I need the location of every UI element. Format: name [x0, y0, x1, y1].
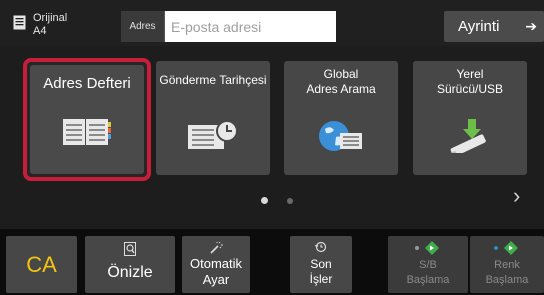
tile-global-address-search[interactable]: Global Adres Arama [284, 61, 398, 175]
auto-setting-button[interactable]: Otomatik Ayar [182, 236, 250, 293]
tile-send-history-label: Gönderme Tarihçesi [159, 73, 267, 87]
pager-dot-inactive[interactable] [287, 198, 293, 204]
bw-start-button[interactable]: S/B Başlama [388, 236, 468, 293]
tile-address-book[interactable]: Adres Defteri [23, 58, 151, 181]
bw-start-line2: Başlama [406, 274, 450, 286]
color-start-diamond-icon [494, 241, 518, 255]
auto-setting-line1: Otomatik [189, 256, 242, 271]
bw-start-line1: S/B [419, 259, 437, 271]
globe-address-icon [319, 121, 362, 151]
tile-global-line1: Global [323, 67, 359, 81]
tile-address-book-inner: Adres Defteri [30, 65, 144, 174]
auto-setting-line2: Ayar [202, 272, 230, 287]
color-start-line2: Başlama [485, 274, 529, 286]
tile-global-address-search-label: Global Adres Arama [284, 67, 398, 97]
pager-dot-active[interactable] [261, 197, 268, 204]
tile-usb-line1: Yerel [456, 67, 484, 81]
preview-button[interactable]: Önizle [85, 236, 175, 293]
preview-magnifier-icon [124, 242, 136, 256]
recent-jobs-button[interactable]: Son İşler [290, 236, 352, 293]
bw-start-diamond-icon [415, 241, 439, 255]
detail-button-label: Ayrinti [458, 18, 500, 35]
tile-local-drive-usb[interactable]: Yerel Sürücü/USB [413, 61, 527, 175]
preview-label: Önizle [107, 264, 153, 281]
top-bar: Orijinal A4 Adres Ayrinti ➔ [0, 0, 544, 46]
magic-wand-icon [210, 242, 223, 254]
detail-button[interactable]: Ayrinti ➔ [444, 11, 544, 42]
address-book-icon [63, 119, 111, 145]
email-address-input[interactable] [166, 11, 336, 42]
arrow-right-icon: ➔ [525, 18, 537, 34]
original-size: A4 [33, 25, 47, 37]
original-document-icon [13, 15, 26, 30]
tile-local-drive-usb-label: Yerel Sürücü/USB [413, 67, 527, 97]
original-label: Orijinal [33, 12, 68, 24]
recent-jobs-line2: İşler [309, 272, 333, 286]
color-start-line1: Renk [494, 259, 520, 271]
history-clock-icon [315, 241, 327, 253]
tile-send-history[interactable]: Gönderme Tarihçesi [156, 61, 270, 175]
recent-jobs-line1: Son [310, 257, 332, 271]
address-prefix-label: Adres [121, 11, 165, 42]
history-list-clock-icon [188, 120, 238, 149]
tile-address-book-label: Adres Defteri [43, 75, 131, 92]
tile-global-line2: Adres Arama [306, 82, 376, 96]
tile-usb-line2: Sürücü/USB [436, 82, 504, 96]
clear-all-button[interactable]: CA [6, 236, 77, 293]
usb-drive-icon [448, 119, 486, 153]
color-start-button[interactable]: Renk Başlama [470, 236, 544, 293]
next-page-chevron-icon[interactable]: › [513, 183, 520, 209]
address-field[interactable]: Adres [121, 11, 336, 42]
